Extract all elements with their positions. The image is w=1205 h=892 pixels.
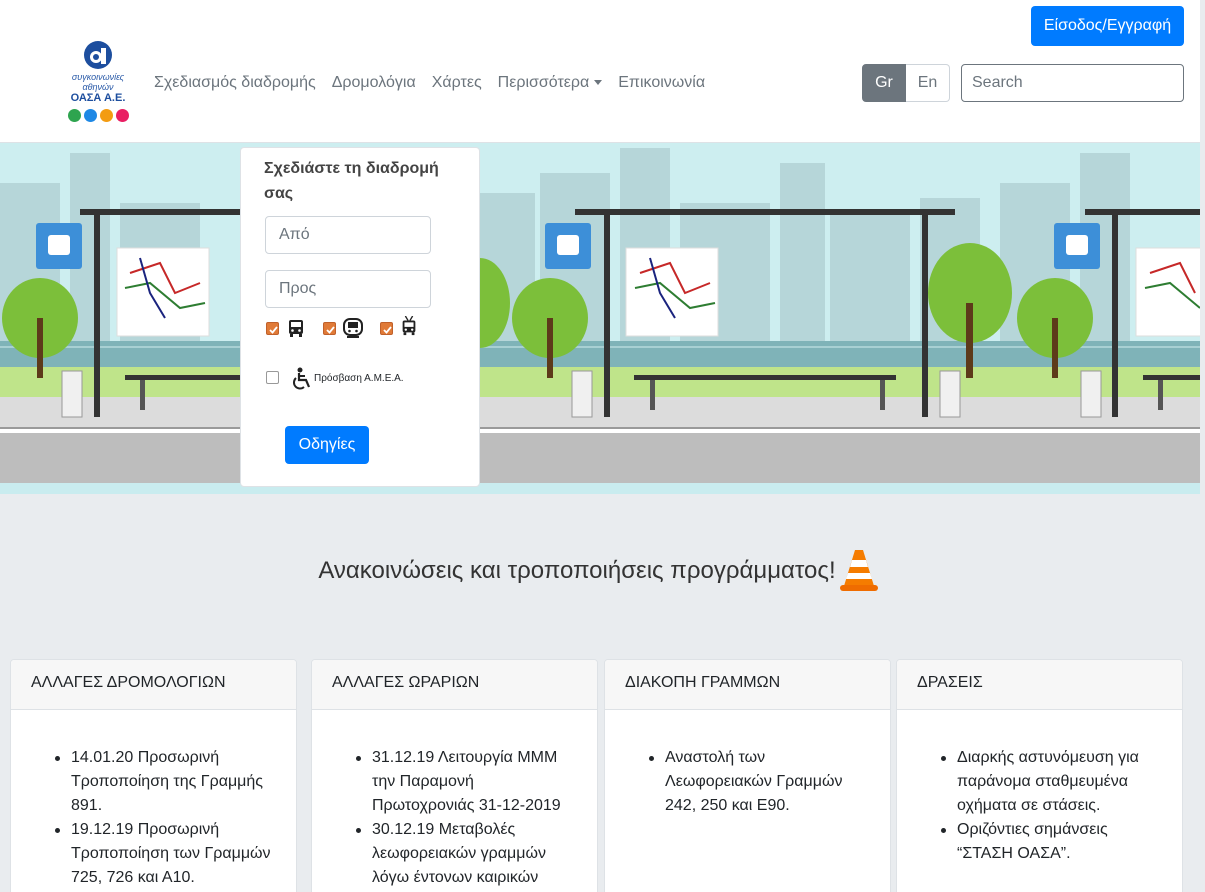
list-item[interactable]: 30.12.19 Μεταβολές λεωφορειακών γραμμών … — [352, 818, 577, 890]
list-item[interactable]: Αναστολή των Λεωφορειακών Γραμμών 242, 2… — [645, 746, 870, 818]
card-heading: ΔΙΑΚΟΠΗ ΓΡΑΜΜΩΝ — [605, 660, 890, 710]
logo-dot-trolley-icon — [83, 109, 97, 122]
card-schedule-changes: ΑΛΛΑΓΕΣ ΩΡΑΡΙΩΝ 31.12.19 Λειτουργία ΜΜΜ … — [311, 659, 598, 892]
lang-gr-button[interactable]: Gr — [862, 64, 906, 102]
card-list: Αναστολή των Λεωφορειακών Γραμμών 242, 2… — [605, 710, 890, 818]
logo-text-line1: συγκοινωνίες — [71, 72, 125, 82]
nav-schedules[interactable]: Δρομολόγια — [332, 74, 416, 92]
logo-text-line2: αθηνών — [82, 82, 114, 92]
bus-stop-banner — [0, 143, 1200, 494]
bus-icon — [289, 320, 303, 337]
traffic-cone-icon — [839, 550, 878, 591]
caret-down-icon — [594, 80, 603, 86]
search-input[interactable] — [961, 64, 1184, 102]
nav-contact[interactable]: Επικοινωνία — [618, 74, 705, 92]
card-list: Διαρκής αστυνόμευση για παράνομα σταθμευ… — [897, 710, 1182, 866]
directions-button[interactable]: Οδηγίες — [285, 426, 369, 464]
list-item[interactable]: 31.12.19 Λειτουργία ΜΜΜ την Παραμονή Πρω… — [352, 746, 577, 818]
card-list: 14.01.20 Προσωρινή Τροποποίηση της Γραμμ… — [11, 710, 296, 890]
to-input[interactable] — [265, 270, 431, 308]
trolley-icon — [402, 316, 416, 336]
logo-text-line3: ΟΑΣΑ Α.Ε. — [70, 92, 126, 104]
wheelchair-icon — [293, 367, 311, 390]
nav-more-label: Περισσότερα — [497, 74, 590, 91]
planner-title: Σχεδιάστε τη διαδρομή σας — [264, 160, 439, 202]
list-item[interactable]: 19.12.19 Προσωρινή Τροποποίηση των Γραμμ… — [51, 818, 276, 890]
card-heading: ΑΛΛΑΓΕΣ ΩΡΑΡΙΩΝ — [312, 660, 597, 710]
nav-more-dropdown[interactable]: Περισσότερα — [498, 74, 603, 92]
logo-transport-dots — [60, 109, 136, 122]
logo-dot-metro-icon — [99, 109, 113, 122]
announcements-title-text: Ανακοινώσεις και τροποποιήσεις προγράμμα… — [318, 557, 836, 584]
card-heading: ΔΡΑΣΕΙΣ — [897, 660, 1182, 710]
login-register-button[interactable]: Είσοδος/Εγγραφή — [1031, 6, 1184, 46]
lang-en-button[interactable]: En — [906, 64, 950, 102]
card-line-suspensions: ΔΙΑΚΟΠΗ ΓΡΑΜΜΩΝ Αναστολή των Λεωφορειακώ… — [604, 659, 891, 892]
banner-illustration — [0, 143, 1200, 494]
nav-route-planning[interactable]: Σχεδιασμός διαδρομής — [154, 74, 316, 92]
route-planner-card: Σχεδιάστε τη διαδρομή σας Πρόσβα — [240, 147, 480, 487]
site-header: Είσοδος/Εγγραφή συγκοινωνίες αθηνών ΟΑΣΑ… — [0, 0, 1200, 143]
card-actions: ΔΡΑΣΕΙΣ Διαρκής αστυνόμευση για παράνομα… — [896, 659, 1183, 892]
list-item[interactable]: 14.01.20 Προσωρινή Τροποποίηση της Γραμμ… — [51, 746, 276, 818]
checkmark-icon — [383, 326, 392, 334]
oasa-logo[interactable]: συγκοινωνίες αθηνών ΟΑΣΑ Α.Ε. — [60, 40, 136, 130]
announcements-title: Ανακοινώσεις και τροποποιήσεις προγράμμα… — [0, 548, 1200, 594]
accessibility-checkbox[interactable] — [266, 371, 279, 384]
main-nav: Σχεδιασμός διαδρομής Δρομολόγια Χάρτες Π… — [154, 74, 705, 92]
logo-dot-bus-icon — [67, 109, 81, 122]
card-list: 31.12.19 Λειτουργία ΜΜΜ την Παραμονή Πρω… — [312, 710, 597, 890]
card-heading: ΑΛΛΑΓΕΣ ΔΡΟΜΟΛΟΓΙΩΝ — [11, 660, 296, 710]
card-route-changes: ΑΛΛΑΓΕΣ ΔΡΟΜΟΛΟΓΙΩΝ 14.01.20 Προσωρινή Τ… — [10, 659, 297, 892]
accessibility-label: Πρόσβαση Α.Μ.Ε.Α. — [314, 373, 404, 384]
metro-mode-checkbox[interactable] — [323, 322, 336, 335]
metro-icon — [343, 318, 363, 338]
bus-mode-checkbox[interactable] — [266, 322, 279, 335]
trolley-mode-checkbox[interactable] — [380, 322, 393, 335]
nav-maps[interactable]: Χάρτες — [432, 74, 482, 92]
list-item[interactable]: Διαρκής αστυνόμευση για παράνομα σταθμευ… — [937, 746, 1162, 818]
checkmark-icon — [326, 326, 335, 334]
language-switcher: Gr En — [862, 64, 950, 102]
checkmark-icon — [269, 326, 278, 334]
list-item[interactable]: Οριζόντιες σημάνσεις “ΣΤΑΣΗ ΟΑΣΑ”. — [937, 818, 1162, 866]
logo-dot-tram-icon — [115, 109, 129, 122]
from-input[interactable] — [265, 216, 431, 254]
oasa-a-logo-icon — [84, 41, 112, 69]
